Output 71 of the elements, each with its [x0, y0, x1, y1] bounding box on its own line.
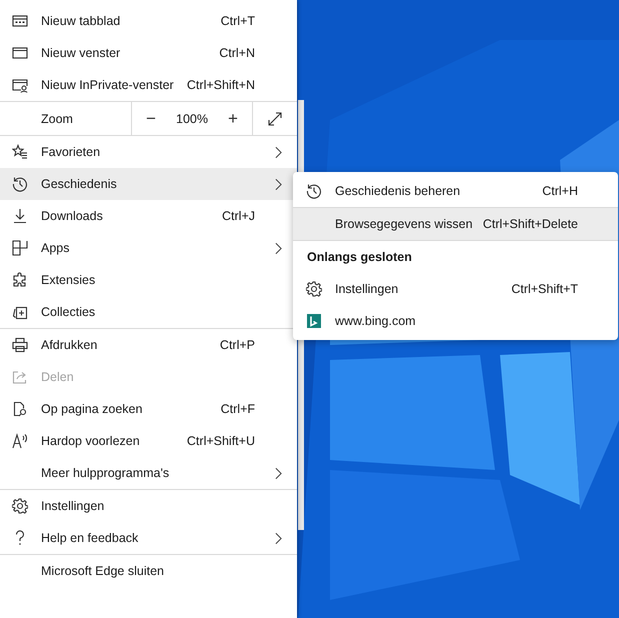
find-page-icon	[12, 401, 28, 417]
chevron-icon	[274, 242, 282, 254]
shortcut-text: Ctrl+Shift+T	[511, 282, 578, 296]
menu-item[interactable]: Instellingen	[0, 490, 297, 522]
menu-item[interactable]: Meer hulpprogramma's	[0, 457, 297, 489]
menu-item-label: Help en feedback	[41, 531, 140, 545]
settings-icon	[306, 281, 322, 297]
chevron-icon	[274, 146, 282, 158]
shortcut-text: Ctrl+F	[220, 402, 255, 416]
menu-item-label: Afdrukken	[41, 338, 98, 352]
read-aloud-icon	[12, 433, 28, 449]
menu-item-label: Collecties	[41, 305, 96, 319]
zoom-label: Zoom	[40, 112, 74, 126]
menu-item-label: Extensies	[41, 273, 96, 287]
puzzle-icon	[12, 272, 28, 288]
site-logo-icon	[306, 313, 322, 329]
window-icon	[12, 45, 28, 61]
printer-icon	[12, 337, 28, 353]
settings-icon	[12, 498, 28, 514]
menu-item-label: Delen	[41, 370, 75, 384]
menu-item-label: Geschiedenis	[41, 177, 118, 191]
star-list-icon	[12, 144, 28, 160]
tab-icon	[12, 13, 28, 29]
collections-icon	[12, 304, 28, 320]
zoom-value: 100%	[176, 112, 208, 126]
private-window-icon	[12, 77, 28, 93]
menu-item[interactable]: Nieuw tabblad Ctrl+T	[0, 5, 297, 37]
shortcut-text: Ctrl+Shift+U	[186, 434, 255, 448]
submenu-item-label: Instellingen	[335, 282, 400, 296]
submenu-item-label: Browsegegevens wissen	[335, 217, 474, 231]
menu-item[interactable]: Geschiedenis	[0, 168, 297, 200]
section-heading: Onlangs gesloten	[306, 249, 413, 266]
menu-item-label: Nieuw venster	[41, 46, 122, 60]
menu-item[interactable]: Help en feedback	[0, 522, 297, 554]
shortcut-text: Ctrl+H	[542, 184, 578, 198]
submenu-item-label: www.bing.com	[335, 314, 417, 328]
menu-item[interactable]: Op pagina zoeken Ctrl+F	[0, 393, 297, 425]
menu-item-label: Hardop voorlezen	[41, 434, 141, 448]
history-icon	[12, 176, 28, 192]
expand-icon	[266, 110, 282, 126]
apps-icon	[12, 240, 28, 256]
shortcut-text: Ctrl+T	[220, 14, 255, 28]
menu-item-label: Op pagina zoeken	[41, 402, 144, 416]
menu-item-label: Nieuw tabblad	[41, 14, 122, 28]
shortcut-text: Ctrl+J	[222, 209, 255, 223]
zoom-out-button[interactable]: −	[140, 108, 162, 128]
submenu-item-label: Geschiedenis beheren	[335, 184, 462, 198]
chevron-icon	[274, 466, 282, 480]
shortcut-text: Ctrl+Shift+N	[186, 78, 255, 92]
menu-item-label: Instellingen	[41, 499, 106, 513]
menu-item-label: Nieuw InPrivate-venster	[41, 78, 175, 92]
download-icon	[12, 208, 28, 224]
submenu-item[interactable]: Browsegegevens wissen Ctrl+Shift+Delete	[293, 208, 618, 240]
chevron-icon	[274, 178, 282, 190]
shortcut-text: Ctrl+N	[219, 46, 255, 60]
menu-item-label: Downloads	[41, 209, 104, 223]
menu-item[interactable]: Nieuw venster Ctrl+N	[0, 37, 297, 69]
menu-item-label: Microsoft Edge sluiten	[41, 564, 165, 578]
menu-item-label: Favorieten	[41, 145, 102, 159]
history-icon	[306, 183, 322, 199]
share-icon	[12, 369, 28, 385]
shortcut-text: Ctrl+Shift+Delete	[482, 217, 578, 231]
menu-item-label: Meer hulpprogramma's	[41, 466, 170, 480]
menu-item[interactable]: Favorieten	[0, 136, 297, 168]
menu-item[interactable]: Hardop voorlezen Ctrl+Shift+U	[0, 425, 297, 457]
menu-item[interactable]: Microsoft Edge sluiten	[0, 555, 297, 587]
shortcut-text: Ctrl+P	[220, 338, 255, 352]
zoom-in-button[interactable]: +	[222, 108, 244, 128]
menu-item[interactable]: Nieuw InPrivate-venster Ctrl+Shift+N	[0, 69, 297, 101]
menu-item-label: Apps	[41, 241, 70, 255]
chevron-icon	[274, 532, 282, 544]
